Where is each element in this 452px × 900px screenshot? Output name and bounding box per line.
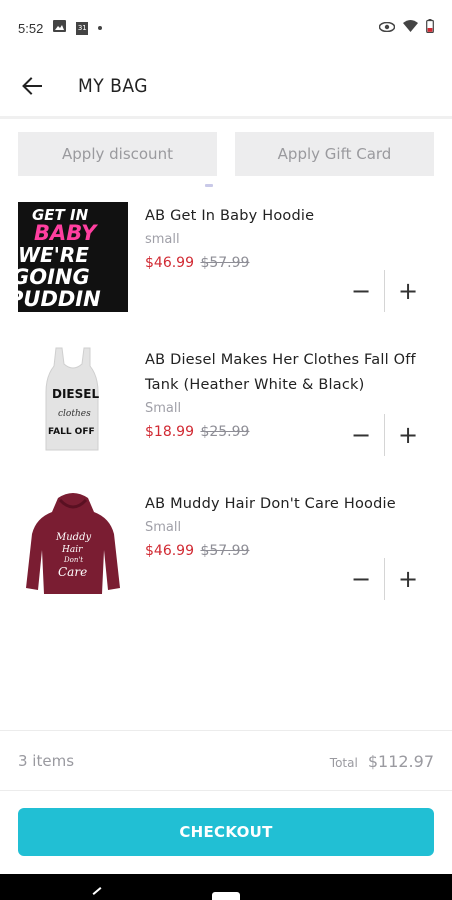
- promo-row: Apply discount Apply Gift Card: [18, 132, 434, 176]
- product-image-text: DIESEL: [52, 387, 99, 401]
- product-image-text: BABY: [34, 221, 98, 245]
- product-image-text: GOING: [18, 265, 90, 289]
- system-nav-bar: [0, 874, 452, 900]
- increment-button[interactable]: +: [385, 270, 431, 312]
- page-title: MY BAG: [78, 75, 148, 97]
- product-image-text: Don't: [63, 556, 83, 564]
- eye-icon: [378, 21, 396, 36]
- dot-icon: [98, 26, 103, 30]
- app-bar: MY BAG: [0, 60, 452, 112]
- item-name[interactable]: AB Muddy Hair Don't Care Hoodie: [145, 492, 420, 517]
- increment-button[interactable]: +: [385, 414, 431, 456]
- plus-icon: +: [397, 421, 419, 449]
- item-info: AB Muddy Hair Don't Care Hoodie Small $4…: [145, 492, 420, 563]
- product-image-text: PUDDIN: [18, 287, 101, 311]
- original-price: $57.99: [200, 255, 250, 271]
- product-image-text: FALL OFF: [48, 427, 95, 437]
- cart-item: GET IN BABY WE'RE GOING PUDDIN AB Get In…: [8, 202, 434, 322]
- cart-item: DIESEL clothes FALL OFF AB Diesel Makes …: [18, 346, 434, 466]
- header-divider: [0, 116, 452, 119]
- cart-item: Muddy Hair Don't Care AB Muddy Hair Don'…: [18, 490, 434, 610]
- product-image[interactable]: Muddy Hair Don't Care: [18, 490, 128, 600]
- checkout-button[interactable]: CHECKOUT: [18, 808, 434, 856]
- quantity-stepper: − +: [338, 270, 434, 312]
- item-name[interactable]: AB Diesel Makes Her Clothes Fall Off Tan…: [145, 348, 420, 398]
- original-price: $25.99: [200, 424, 250, 440]
- original-price: $57.99: [200, 543, 250, 559]
- minus-icon: −: [350, 421, 372, 449]
- decrement-button[interactable]: −: [338, 414, 384, 456]
- status-time: 5:52: [18, 20, 44, 36]
- product-image-text: WE'RE: [18, 243, 89, 267]
- total: Total $112.97: [330, 752, 434, 771]
- plus-icon: +: [397, 565, 419, 593]
- decrement-button[interactable]: −: [338, 558, 384, 600]
- sale-price: $46.99: [145, 255, 194, 271]
- product-image-text: clothes: [58, 409, 91, 419]
- checkout-divider: [0, 790, 452, 791]
- sale-price: $18.99: [145, 424, 194, 440]
- back-button[interactable]: [18, 72, 46, 100]
- item-info: AB Get In Baby Hoodie small $46.99 $57.9…: [145, 204, 420, 275]
- minus-icon: −: [350, 277, 372, 305]
- plus-icon: +: [397, 277, 419, 305]
- apply-discount-button[interactable]: Apply discount: [18, 132, 217, 176]
- battery-icon: [426, 19, 434, 37]
- product-image-text: Muddy: [55, 532, 91, 543]
- nav-home-icon[interactable]: [212, 892, 240, 900]
- calendar-icon: 31: [76, 21, 89, 35]
- wifi-icon: [403, 20, 418, 36]
- decrement-button[interactable]: −: [338, 270, 384, 312]
- image-icon: [53, 20, 67, 36]
- nav-back-icon[interactable]: [92, 887, 102, 895]
- quantity-stepper: − +: [338, 414, 434, 456]
- product-image-text: Hair: [61, 545, 83, 555]
- product-image[interactable]: DIESEL clothes FALL OFF: [18, 346, 128, 456]
- summary-divider: [0, 730, 452, 731]
- order-summary: 3 items Total $112.97: [18, 748, 434, 774]
- item-size: Small: [145, 520, 182, 535]
- quantity-stepper: − +: [338, 558, 434, 600]
- item-name[interactable]: AB Get In Baby Hoodie: [145, 204, 420, 229]
- minus-icon: −: [350, 565, 372, 593]
- product-image-text: Care: [58, 565, 87, 579]
- increment-button[interactable]: +: [385, 558, 431, 600]
- total-value: $112.97: [367, 751, 434, 771]
- sale-price: $46.99: [145, 543, 194, 559]
- status-bar: 5:52 31: [0, 0, 452, 56]
- item-size: small: [145, 232, 180, 247]
- scroll-indicator: [205, 184, 213, 187]
- total-label: Total: [329, 755, 358, 770]
- apply-gift-card-button[interactable]: Apply Gift Card: [235, 132, 434, 176]
- arrow-left-icon: [22, 77, 42, 95]
- item-count: 3 items: [18, 752, 75, 770]
- product-image[interactable]: GET IN BABY WE'RE GOING PUDDIN: [8, 202, 128, 312]
